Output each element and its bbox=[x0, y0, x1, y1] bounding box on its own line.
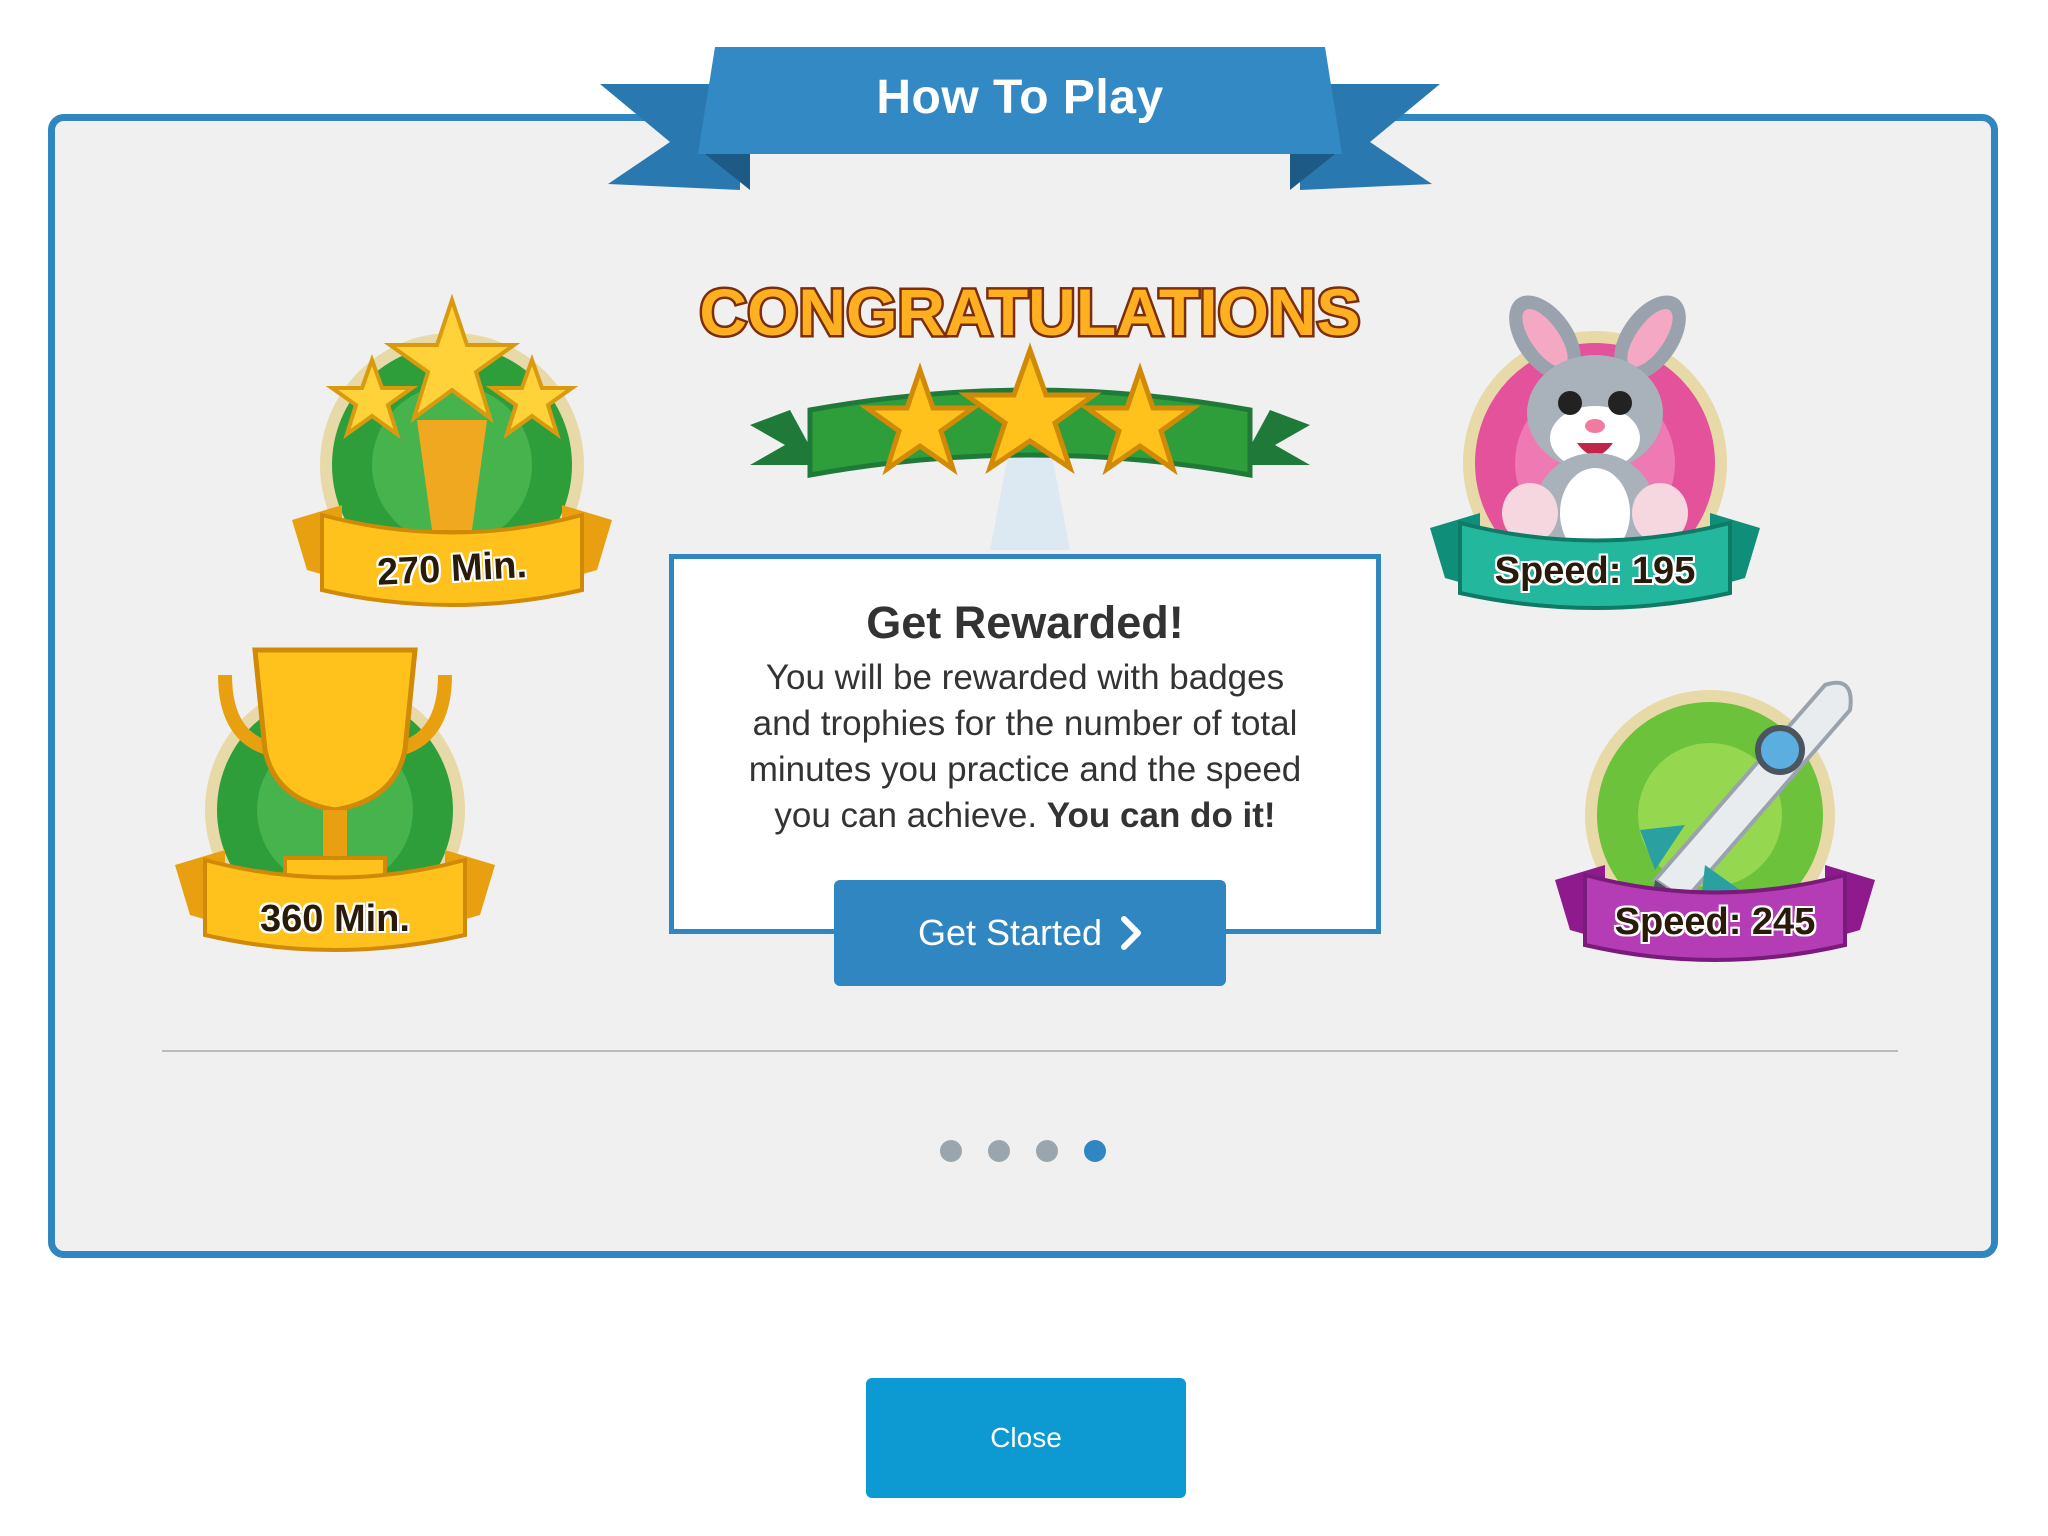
info-line: You will be rewarded with badges bbox=[765, 658, 1285, 697]
info-line: you can achieve. bbox=[774, 796, 1038, 835]
info-line: and trophies for the number of total bbox=[752, 704, 1298, 743]
congratulations-text: CONGRATULATIONS bbox=[699, 275, 1360, 349]
close-button-label: Close bbox=[990, 1422, 1062, 1453]
close-button[interactable]: Close bbox=[866, 1378, 1186, 1498]
bunny-speed-badge: Speed: 195 bbox=[1425, 288, 1765, 628]
chevron-right-icon bbox=[1121, 916, 1142, 950]
pager-dot-4-active[interactable] bbox=[1084, 1140, 1106, 1162]
title-ribbon: How To Play bbox=[600, 42, 1440, 192]
info-emphasis: You can do it! bbox=[1046, 796, 1276, 835]
rocket-speed-badge: Speed: 245 bbox=[1545, 655, 1885, 975]
get-rewarded-card: Get Rewarded! You will be rewarded with … bbox=[669, 554, 1381, 934]
badge-label-360: 360 Min. bbox=[260, 898, 410, 940]
pager-dot-3[interactable] bbox=[1036, 1140, 1058, 1162]
badge-label-speed-195: Speed: 195 bbox=[1494, 550, 1696, 592]
divider bbox=[162, 1050, 1898, 1052]
trophy-stars-badge: 270 Min. bbox=[282, 290, 622, 630]
dialog-title: How To Play bbox=[876, 71, 1164, 124]
badge-label-speed-245: Speed: 245 bbox=[1614, 901, 1816, 943]
congratulations-graphic: CONGRATULATIONS bbox=[690, 260, 1370, 550]
pager-dot-2[interactable] bbox=[988, 1140, 1010, 1162]
info-line: minutes you practice and the speed bbox=[748, 750, 1302, 789]
info-line-last: you can achieve. You can do it! bbox=[714, 793, 1336, 839]
get-started-button[interactable]: Get Started bbox=[834, 880, 1226, 986]
pager-dot-1[interactable] bbox=[940, 1140, 962, 1162]
trophy-cup-badge: 360 Min. bbox=[165, 630, 505, 970]
pager-dots bbox=[940, 1140, 1106, 1164]
info-heading: Get Rewarded! bbox=[866, 597, 1184, 648]
get-started-label: Get Started bbox=[917, 912, 1103, 953]
info-body: You will be rewarded with badges and tro… bbox=[714, 655, 1336, 839]
stars-ribbon-icon: CONGRATULATIONS bbox=[697, 273, 1363, 550]
